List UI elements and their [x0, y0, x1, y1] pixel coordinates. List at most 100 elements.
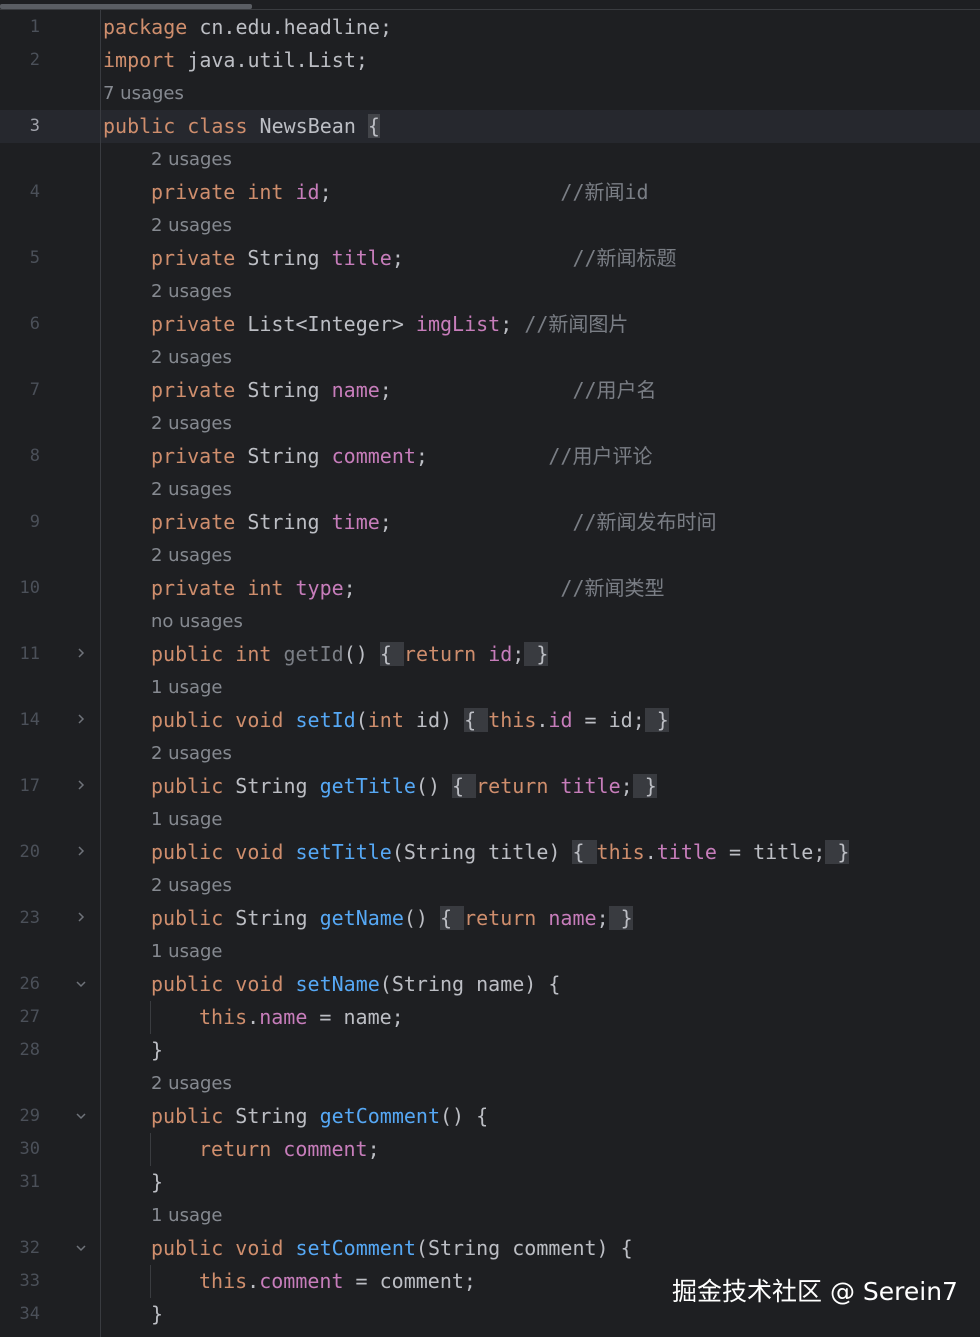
- code-token-pln: .: [536, 708, 549, 732]
- usages-hint[interactable]: 2 usages: [151, 275, 232, 308]
- code-line[interactable]: 8 private String comment; //用户评论: [0, 440, 980, 473]
- code-text[interactable]: this.comment = comment;: [199, 1265, 476, 1298]
- code-text[interactable]: this.name = name;: [199, 1001, 404, 1034]
- usages-hint[interactable]: 2 usages: [151, 1067, 232, 1100]
- code-token-kw: public void: [151, 708, 284, 732]
- chevron-right-icon[interactable]: [73, 770, 89, 803]
- code-token-pln: (: [355, 708, 368, 732]
- usages-hint[interactable]: no usages: [151, 605, 243, 638]
- code-line[interactable]: 4 private int id; //新闻id: [0, 176, 980, 209]
- code-token-fb: {: [379, 642, 404, 666]
- code-token-kw: return: [464, 906, 537, 930]
- code-line[interactable]: 5 private String title; //新闻标题: [0, 242, 980, 275]
- code-token-caret: {: [367, 114, 380, 138]
- code-text[interactable]: public void setComment(String comment) {: [151, 1232, 633, 1265]
- usages-hint[interactable]: 2 usages: [151, 473, 232, 506]
- code-line[interactable]: 31}: [0, 1166, 980, 1199]
- code-token-pln: ;: [391, 246, 573, 270]
- line-number: 14: [19, 710, 40, 730]
- code-line[interactable]: 9 private String time; //新闻发布时间: [0, 506, 980, 539]
- code-text[interactable]: return comment;: [199, 1133, 380, 1166]
- code-line[interactable]: 30 return comment;: [0, 1133, 980, 1166]
- usages-hint[interactable]: 1 usage: [151, 1199, 223, 1232]
- code-line[interactable]: 7 private String name; //用户名: [0, 374, 980, 407]
- usages-inlay-row: 2 usages: [0, 869, 980, 902]
- code-text[interactable]: public void setName(String name) {: [151, 968, 560, 1001]
- usages-hint[interactable]: 1 usage: [151, 803, 223, 836]
- code-line[interactable]: 20 public void setTitle(String title) { t…: [0, 836, 980, 869]
- code-token-fb: }: [524, 642, 549, 666]
- code-text[interactable]: public String getTitle() { return title;…: [151, 770, 657, 803]
- usages-hint[interactable]: 2 usages: [151, 407, 232, 440]
- code-text[interactable]: private List<Integer> imgList; //新闻图片: [151, 308, 628, 341]
- code-text[interactable]: public String getComment() {: [151, 1100, 488, 1133]
- chevron-right-icon[interactable]: [73, 836, 89, 869]
- code-token-pln: [536, 906, 548, 930]
- chevron-down-icon[interactable]: [73, 1100, 89, 1133]
- code-text[interactable]: package cn.edu.headline;: [103, 11, 392, 44]
- code-token-kw: public: [151, 1104, 224, 1128]
- code-text[interactable]: public void setId(int id) { this.id = id…: [151, 704, 669, 737]
- chevron-right-icon[interactable]: [73, 902, 89, 935]
- code-text[interactable]: }: [151, 1166, 163, 1199]
- code-line[interactable]: 2 import java.util.List;: [0, 44, 980, 77]
- code-line[interactable]: 14 public void setId(int id) { this.id = …: [0, 704, 980, 737]
- code-text[interactable]: private int type; //新闻类型: [151, 572, 665, 605]
- code-token-cmt: //新闻类型: [560, 576, 665, 600]
- usages-hint[interactable]: 2 usages: [151, 341, 232, 374]
- code-line[interactable]: 23 public String getName() { return name;…: [0, 902, 980, 935]
- code-line[interactable]: 1 package cn.edu.headline;: [0, 11, 980, 44]
- code-text[interactable]: private String comment; //用户评论: [151, 440, 652, 473]
- code-token-pln: .: [247, 1269, 260, 1293]
- code-token-pln: ;: [596, 906, 609, 930]
- watermark: 掘金技术社区 @ Serein7: [672, 1277, 958, 1306]
- code-token-fld: id: [548, 708, 573, 732]
- code-token-kw: private int: [151, 576, 284, 600]
- code-line[interactable]: 32 public void setComment(String comment)…: [0, 1232, 980, 1265]
- code-text[interactable]: }: [151, 1034, 163, 1067]
- chevron-right-icon[interactable]: [73, 638, 89, 671]
- code-text[interactable]: import java.util.List;: [103, 44, 368, 77]
- usages-hint[interactable]: 1 usage: [151, 671, 223, 704]
- usages-inlay-row: 1 usage: [0, 1199, 980, 1232]
- line-number: 5: [29, 248, 40, 268]
- code-text[interactable]: }: [151, 1298, 163, 1331]
- code-text[interactable]: public int getId() { return id; }: [151, 638, 549, 671]
- code-line[interactable]: 11 public int getId() { return id; }: [0, 638, 980, 671]
- code-text[interactable]: public void setTitle(String title) { thi…: [151, 836, 850, 869]
- usages-hint[interactable]: 2 usages: [151, 539, 232, 572]
- code-line[interactable]: 28}: [0, 1034, 980, 1067]
- chevron-down-icon[interactable]: [73, 968, 89, 1001]
- code-line[interactable]: 3 public class NewsBean {: [0, 110, 980, 143]
- code-line[interactable]: 10 private int type; //新闻类型: [0, 572, 980, 605]
- code-line[interactable]: 27 this.name = name;: [0, 1001, 980, 1034]
- code-text[interactable]: public class NewsBean {: [103, 110, 380, 143]
- code-line[interactable]: 26 public void setName(String name) {: [0, 968, 980, 1001]
- code-text[interactable]: private String time; //新闻发布时间: [151, 506, 717, 539]
- code-line[interactable]: 17 public String getTitle() { return titl…: [0, 770, 980, 803]
- code-token-kw: private int: [151, 180, 284, 204]
- code-text[interactable]: private int id; //新闻id: [151, 176, 649, 209]
- code-token-pln: (String title): [391, 840, 573, 864]
- code-text[interactable]: public String getName() { return name; }: [151, 902, 633, 935]
- code-editor[interactable]: 1 package cn.edu.headline; 2 import java.ut…: [0, 0, 980, 1337]
- usages-hint[interactable]: 2 usages: [151, 143, 232, 176]
- usages-hint[interactable]: 2 usages: [151, 737, 232, 770]
- line-number: 2: [29, 50, 40, 70]
- chevron-right-icon[interactable]: [73, 704, 89, 737]
- code-line[interactable]: 6 private List<Integer> imgList; //新闻图片: [0, 308, 980, 341]
- code-token-pln: id): [403, 708, 465, 732]
- usages-hint[interactable]: 1 usage: [151, 935, 223, 968]
- usages-hint[interactable]: 7 usages: [103, 77, 184, 110]
- chevron-down-icon[interactable]: [73, 1232, 89, 1265]
- code-token-pln: () {: [440, 1104, 489, 1128]
- code-line[interactable]: 29 public String getComment() {: [0, 1100, 980, 1133]
- code-text[interactable]: private String title; //新闻标题: [151, 242, 677, 275]
- line-number: 4: [29, 182, 40, 202]
- code-token-pln: List<Integer>: [235, 312, 416, 336]
- code-text[interactable]: private String name; //用户名: [151, 374, 657, 407]
- usages-hint[interactable]: 2 usages: [151, 869, 232, 902]
- code-token-pln: ;: [379, 378, 573, 402]
- usages-hint[interactable]: 2 usages: [151, 209, 232, 242]
- code-token-pln: ;: [620, 774, 633, 798]
